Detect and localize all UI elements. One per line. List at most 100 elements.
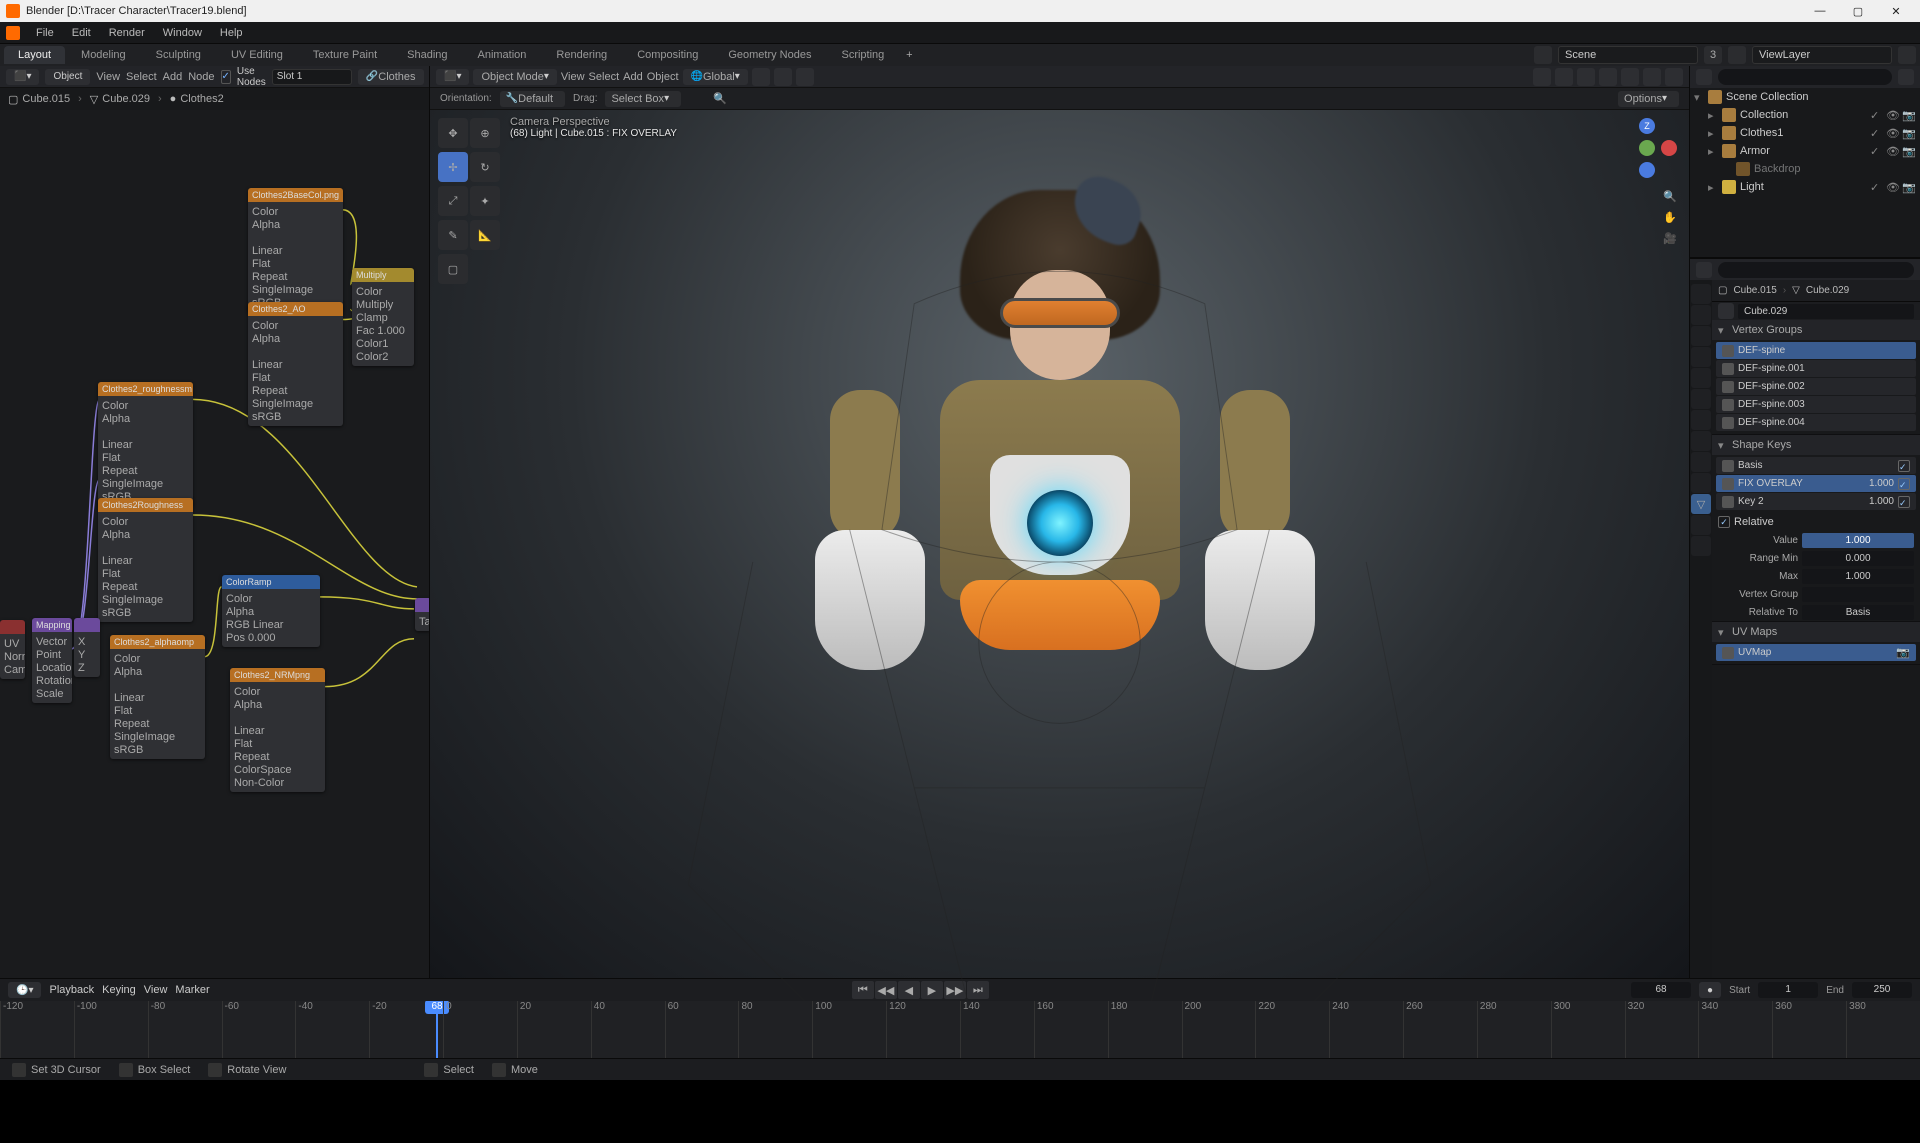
tool-rotate[interactable]: ↻ [470, 152, 500, 182]
outliner-clothes1[interactable]: ▸Clothes1✓👁📷 [1690, 124, 1920, 142]
range-max[interactable]: 1.000 [1802, 569, 1914, 584]
play-reverse[interactable]: ◀ [898, 981, 920, 999]
props-type[interactable] [1696, 262, 1712, 278]
maximize-button[interactable]: ▢ [1840, 1, 1876, 21]
outliner[interactable]: ▾Scene Collection ▸Collection✓👁📷 ▸Clothe… [1690, 88, 1920, 258]
tool-cursor[interactable]: ⊕ [470, 118, 500, 148]
shader-node[interactable]: ColorRampColorAlphaRGB LinearPos 0.000 [222, 575, 320, 647]
tool-select[interactable]: ✥ [438, 118, 468, 148]
options-dropdown[interactable]: Options ▾ [1618, 91, 1679, 107]
outliner-backdrop[interactable]: Backdrop [1690, 160, 1920, 178]
scene-field[interactable] [1558, 46, 1698, 64]
prev-key[interactable]: ◀◀ [875, 981, 897, 999]
axis-z[interactable]: Z [1639, 118, 1655, 134]
tool-transform[interactable]: ✦ [470, 186, 500, 216]
tab-animation[interactable]: Animation [464, 46, 541, 64]
autokey-icon[interactable]: ● [1699, 982, 1721, 998]
menu-edit[interactable]: Edit [64, 24, 99, 42]
shading-matprev[interactable] [1643, 68, 1661, 86]
shader-menu-add[interactable]: Add [163, 71, 183, 83]
playhead[interactable]: 68 [436, 1001, 438, 1058]
timeline-track[interactable]: 68 -120-100-80-60-40-2002040608010012014… [0, 1001, 1920, 1058]
shader-node[interactable]: MappingVectorPointLocationRotationScale [32, 618, 72, 703]
tool-addcube[interactable]: ▢ [438, 254, 468, 284]
nav-gizmo[interactable]: Z [1617, 118, 1677, 178]
menu-render[interactable]: Render [101, 24, 153, 42]
shading-wire[interactable] [1599, 68, 1617, 86]
tab-material[interactable] [1691, 515, 1711, 535]
tab-constraint[interactable] [1691, 473, 1711, 493]
orientation-preset[interactable]: 🔧 Default [500, 91, 565, 107]
tab-layout[interactable]: Layout [4, 46, 65, 64]
shader-menu-select[interactable]: Select [126, 71, 157, 83]
section-shape-keys[interactable]: ▾Shape Keys [1712, 435, 1920, 455]
tab-sculpting[interactable]: Sculpting [142, 46, 215, 64]
tab-data[interactable]: ▽ [1691, 494, 1711, 514]
slot-field[interactable] [272, 69, 352, 85]
shapekey-value[interactable]: 1.000 [1802, 533, 1914, 548]
start-frame[interactable]: 1 [1758, 982, 1818, 998]
tab-physics[interactable] [1691, 452, 1711, 472]
camera-icon[interactable]: 🎥 [1663, 232, 1677, 245]
tool-move[interactable]: ✢ [438, 152, 468, 182]
shader-menu-node[interactable]: Node [188, 71, 214, 83]
outliner-filter[interactable] [1898, 69, 1914, 85]
tab-compositing[interactable]: Compositing [623, 46, 712, 64]
shader-node[interactable]: Clothes2_alphaompColorAlphaLinearFlatRep… [110, 635, 205, 759]
close-button[interactable]: ✕ [1878, 1, 1914, 21]
tab-uv[interactable]: UV Editing [217, 46, 297, 64]
tab-render[interactable] [1691, 284, 1711, 304]
vp-menu-object[interactable]: Object [647, 71, 679, 83]
tl-menu-keying[interactable]: Keying [102, 984, 136, 996]
axis-neg[interactable] [1639, 162, 1655, 178]
new-viewlayer[interactable] [1898, 46, 1916, 64]
tab-viewlayer[interactable] [1691, 326, 1711, 346]
tab-scripting[interactable]: Scripting [827, 46, 898, 64]
outliner-armor[interactable]: ▸Armor✓👁📷 [1690, 142, 1920, 160]
mesh-name-field[interactable]: Cube.029 [1738, 304, 1914, 319]
tool-scale[interactable]: ⤢ [438, 186, 468, 216]
vp-menu-view[interactable]: View [561, 71, 585, 83]
snap-toggle[interactable] [752, 68, 770, 86]
editor-type-icon[interactable]: ⬛▾ [6, 69, 39, 85]
drag-action[interactable]: Select Box ▾ [605, 91, 681, 107]
menu-file[interactable]: File [28, 24, 62, 42]
tab-shading[interactable]: Shading [393, 46, 461, 64]
tl-menu-playback[interactable]: Playback [49, 984, 94, 996]
tab-world[interactable] [1691, 368, 1711, 388]
viewlayer-field[interactable] [1752, 46, 1892, 64]
tab-rendering[interactable]: Rendering [542, 46, 621, 64]
axis-y[interactable] [1639, 140, 1655, 156]
outliner-search[interactable] [1718, 69, 1892, 85]
relative-to[interactable]: Basis [1802, 605, 1914, 620]
outliner-light[interactable]: ▸Light✓👁📷 [1690, 178, 1920, 196]
current-frame[interactable]: 68 [1631, 982, 1691, 998]
uv-maps-list[interactable]: UVMap📷 [1712, 642, 1920, 664]
outliner-scene[interactable]: ▾Scene Collection [1690, 88, 1920, 106]
tl-menu-view[interactable]: View [144, 984, 168, 996]
orientation-dropdown[interactable]: 🌐 Global ▾ [683, 69, 748, 85]
tab-object[interactable] [1691, 389, 1711, 409]
shader-mode[interactable]: Object [45, 69, 90, 85]
add-workspace[interactable]: + [900, 49, 918, 61]
crumb-object[interactable]: ▢ Cube.015 [8, 93, 70, 106]
viewlayer-icon[interactable] [1728, 46, 1746, 64]
search-icon[interactable]: 🔍 [713, 92, 727, 105]
shader-node[interactable]: Clothes2_NRMpngColorAlphaLinearFlatRepea… [230, 668, 325, 792]
minimize-button[interactable]: — [1802, 1, 1838, 21]
outliner-type[interactable] [1696, 69, 1712, 85]
jump-end[interactable]: ⏭ [967, 981, 989, 999]
tab-output[interactable] [1691, 305, 1711, 325]
section-vertex-groups[interactable]: ▾Vertex Groups [1712, 320, 1920, 340]
tab-particles[interactable] [1691, 431, 1711, 451]
sk-vgroup[interactable] [1802, 587, 1914, 602]
tool-measure[interactable]: 📐 [470, 220, 500, 250]
shape-keys-list[interactable]: Basis FIX OVERLAY1.000 Key 21.000 [1712, 455, 1920, 513]
material-dropdown[interactable]: 🔗 Clothes [358, 69, 424, 85]
shader-node[interactable]: Clothes2_AOColorAlphaLinearFlatRepeatSin… [248, 302, 343, 426]
shader-menu-view[interactable]: View [96, 71, 120, 83]
menu-window[interactable]: Window [155, 24, 210, 42]
mode-dropdown[interactable]: Object Mode ▾ [473, 69, 556, 85]
jump-start[interactable]: ⏮ [852, 981, 874, 999]
shading-rendered[interactable] [1665, 68, 1683, 86]
